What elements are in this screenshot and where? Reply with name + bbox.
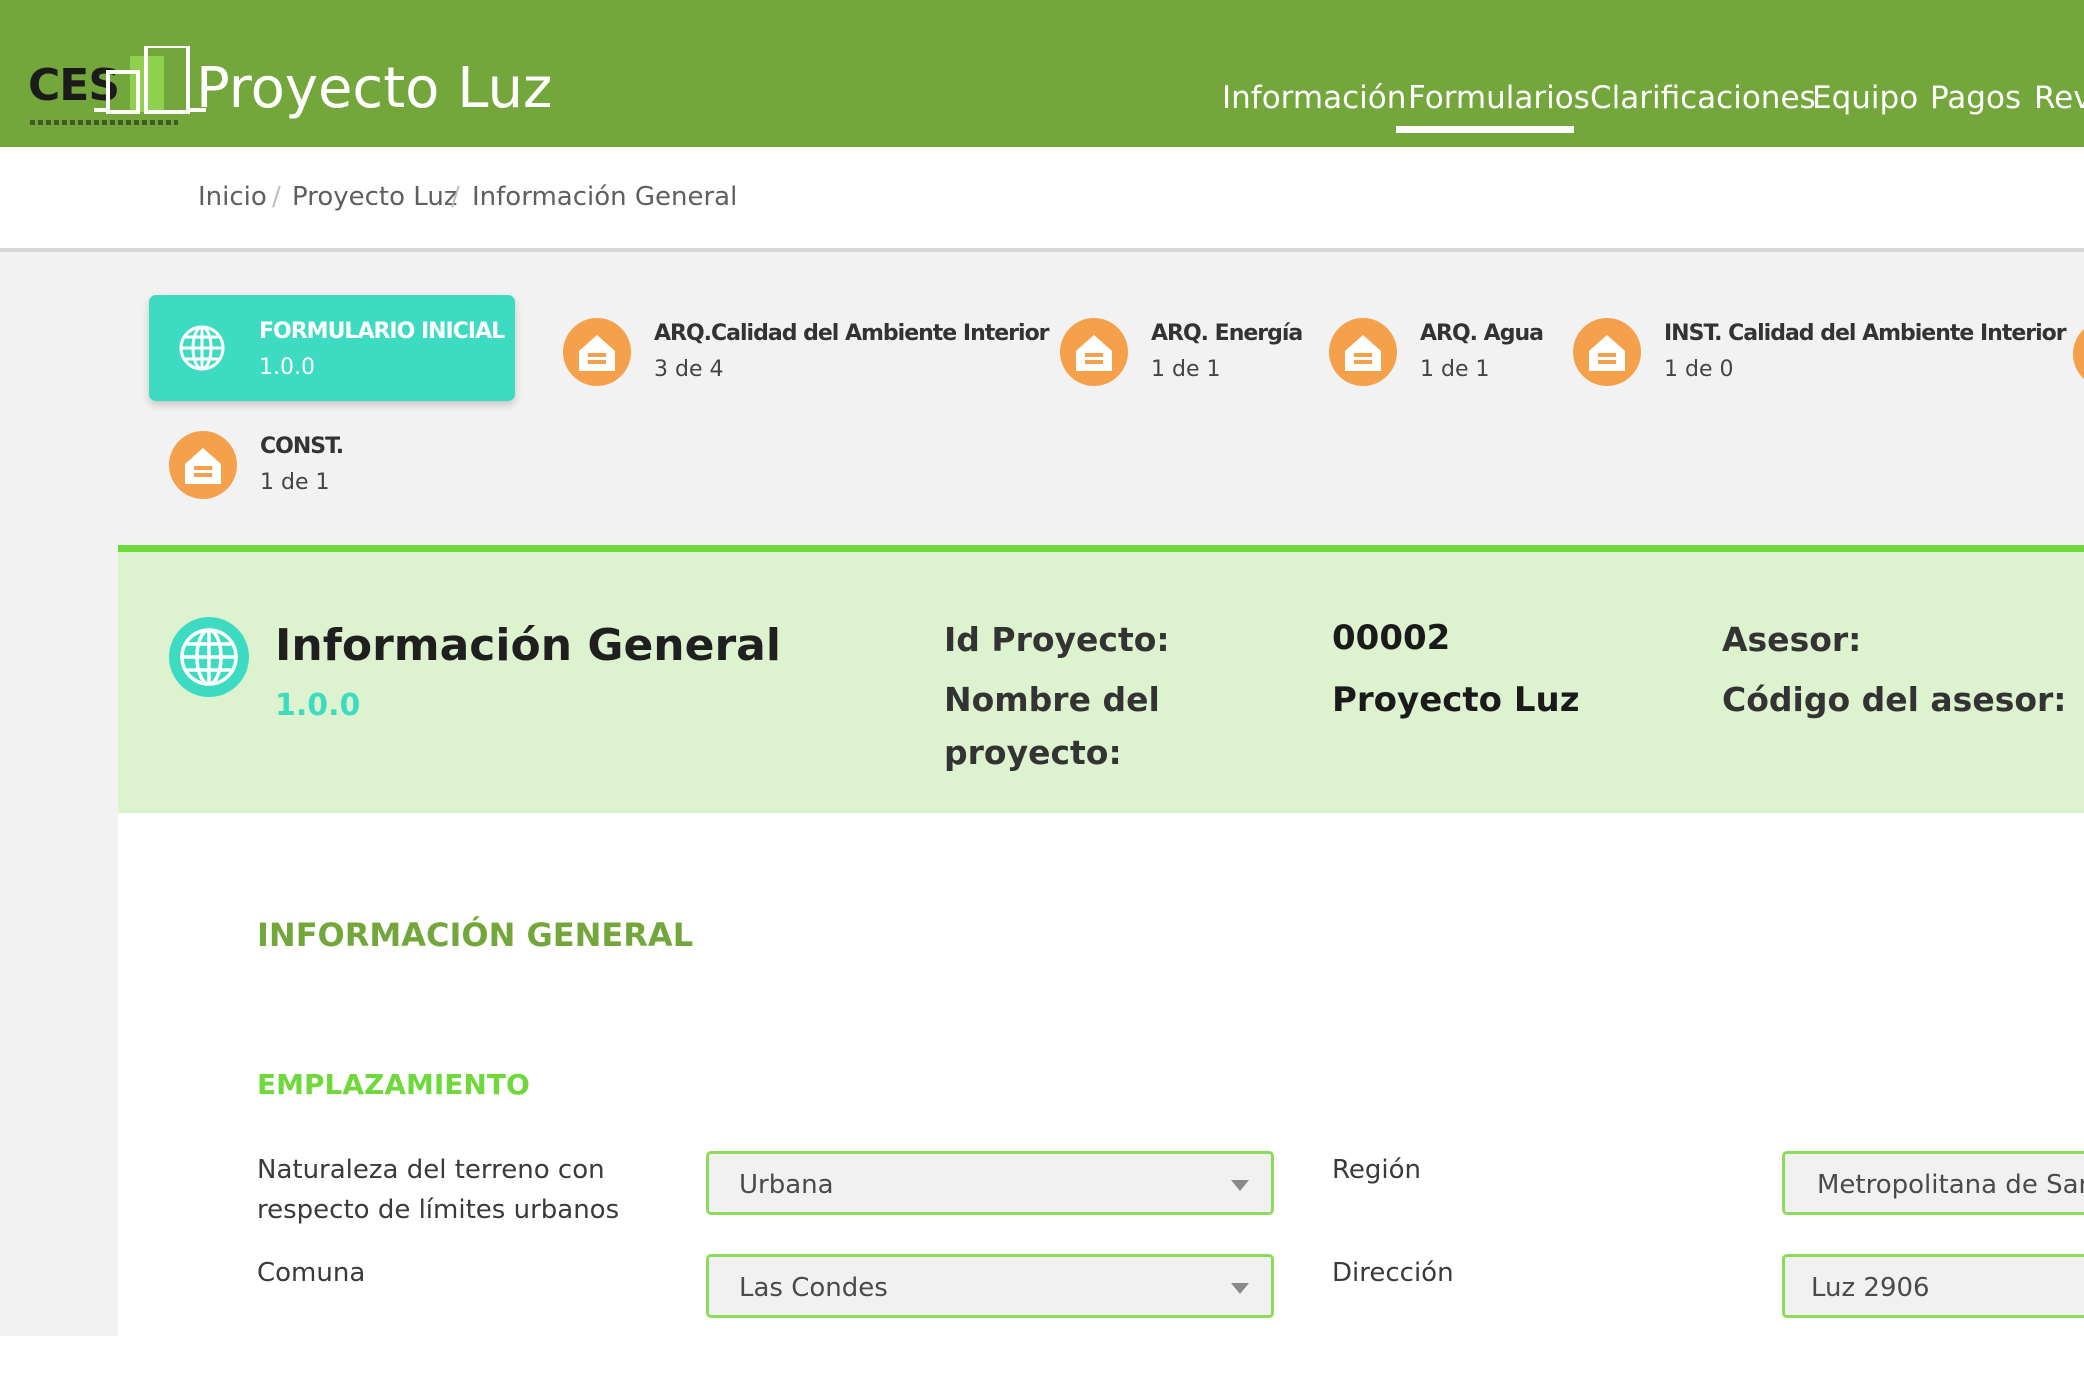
step-count: 1 de 1 <box>1420 357 1490 382</box>
nombre-proyecto-label-cont: proyecto: <box>944 733 1122 772</box>
logo-building-icon <box>94 46 206 114</box>
ces-logo[interactable]: CES <box>28 46 206 128</box>
comuna-select[interactable]: Las Condes <box>706 1254 1274 1318</box>
top-navbar: CES Proyecto Luz Información Formularios… <box>0 0 2084 147</box>
form-version: 1.0.0 <box>275 688 361 723</box>
step-arq-energia[interactable]: ARQ. Energía 1 de 1 <box>1059 317 1303 389</box>
breadcrumb-separator: / <box>272 182 281 212</box>
nav-clarificaciones[interactable]: Clarificaciones <box>1590 80 1816 116</box>
form-title: Información General <box>275 620 781 671</box>
step-count: 1 de 0 <box>1664 357 1734 382</box>
step-inst-calidad[interactable]: INST. Calidad del Ambiente Interior 1 de… <box>1572 317 2067 389</box>
page-bottom <box>0 1336 2084 1376</box>
breadcrumb-proyecto[interactable]: Proyecto Luz <box>292 182 457 212</box>
naturaleza-value: Urbana <box>739 1170 834 1200</box>
naturaleza-label-line: Naturaleza del terreno con <box>257 1155 605 1185</box>
step-formulario-inicial[interactable]: FORMULARIO INICIAL 1.0.0 <box>149 295 515 401</box>
direccion-label: Dirección <box>1332 1258 1454 1288</box>
id-proyecto-label: Id Proyecto: <box>944 620 1170 659</box>
nav-revision[interactable]: Revi <box>2034 80 2084 116</box>
step-overflow[interactable] <box>2072 319 2084 389</box>
section-title: INFORMACIÓN GENERAL <box>257 916 694 954</box>
active-nav-indicator <box>1396 126 1574 133</box>
step-label: INST. Calidad del Ambiente Interior <box>1664 321 2067 346</box>
region-field[interactable]: Metropolitana de Santi <box>1782 1151 2084 1215</box>
step-version: 1.0.0 <box>259 355 315 380</box>
comuna-value: Las Condes <box>739 1273 888 1303</box>
id-proyecto-value: 00002 <box>1332 618 1451 658</box>
house-form-icon <box>1573 318 1641 386</box>
breadcrumb-current: Información General <box>472 182 738 212</box>
naturaleza-select[interactable]: Urbana <box>706 1151 1274 1215</box>
step-label: ARQ. Agua <box>1420 321 1544 346</box>
step-label: ARQ.Calidad del Ambiente Interior <box>654 321 1050 346</box>
house-form-icon <box>1329 318 1397 386</box>
naturaleza-label-line: respecto de límites urbanos <box>257 1195 620 1225</box>
nombre-proyecto-value: Proyecto Luz <box>1332 680 1580 720</box>
step-count: 1 de 1 <box>260 470 330 495</box>
region-label: Región <box>1332 1155 1422 1185</box>
comuna-label: Comuna <box>257 1258 366 1288</box>
nav-formularios[interactable]: Formularios <box>1408 80 1590 116</box>
globe-icon <box>169 617 249 697</box>
region-value: Metropolitana de Santi <box>1817 1170 2084 1200</box>
subsection-title: EMPLAZAMIENTO <box>257 1068 530 1101</box>
chevron-down-icon <box>1231 1180 1249 1191</box>
house-form-icon <box>563 318 631 386</box>
breadcrumb: Inicio / Proyecto Luz / Información Gene… <box>0 147 2084 252</box>
asesor-label: Asesor: <box>1722 620 1862 659</box>
step-label: FORMULARIO INICIAL <box>259 319 505 344</box>
nav-informacion[interactable]: Información <box>1222 80 1406 116</box>
chevron-down-icon <box>1231 1283 1249 1294</box>
nombre-proyecto-label: Nombre del <box>944 680 1160 719</box>
codigo-asesor-label: Código del asesor: <box>1722 680 2067 719</box>
direccion-value: Luz 2906 <box>1811 1273 1930 1303</box>
step-arq-agua[interactable]: ARQ. Agua 1 de 1 <box>1328 317 1548 389</box>
house-form-icon <box>169 431 237 499</box>
app-title[interactable]: Proyecto Luz <box>196 56 552 121</box>
step-label: CONST. <box>260 434 344 459</box>
house-form-icon <box>1060 318 1128 386</box>
nav-equipo[interactable]: Equipo <box>1812 80 1918 116</box>
step-arq-calidad[interactable]: ARQ.Calidad del Ambiente Interior 3 de 4 <box>562 317 1050 389</box>
globe-icon <box>179 325 225 371</box>
step-count: 3 de 4 <box>654 357 724 382</box>
breadcrumb-separator: / <box>451 182 460 212</box>
step-const[interactable]: CONST. 1 de 1 <box>168 430 388 502</box>
naturaleza-label: Naturaleza del terreno con respecto de l… <box>257 1150 619 1230</box>
step-label: ARQ. Energía <box>1151 321 1303 346</box>
nav-pagos[interactable]: Pagos <box>1930 80 2021 116</box>
breadcrumb-inicio[interactable]: Inicio <box>198 182 267 212</box>
house-form-icon <box>2073 328 2084 380</box>
logo-tagline <box>30 120 178 125</box>
step-count: 1 de 1 <box>1151 357 1221 382</box>
direccion-input[interactable]: Luz 2906 <box>1782 1254 2084 1318</box>
card-top-border <box>118 545 2084 552</box>
